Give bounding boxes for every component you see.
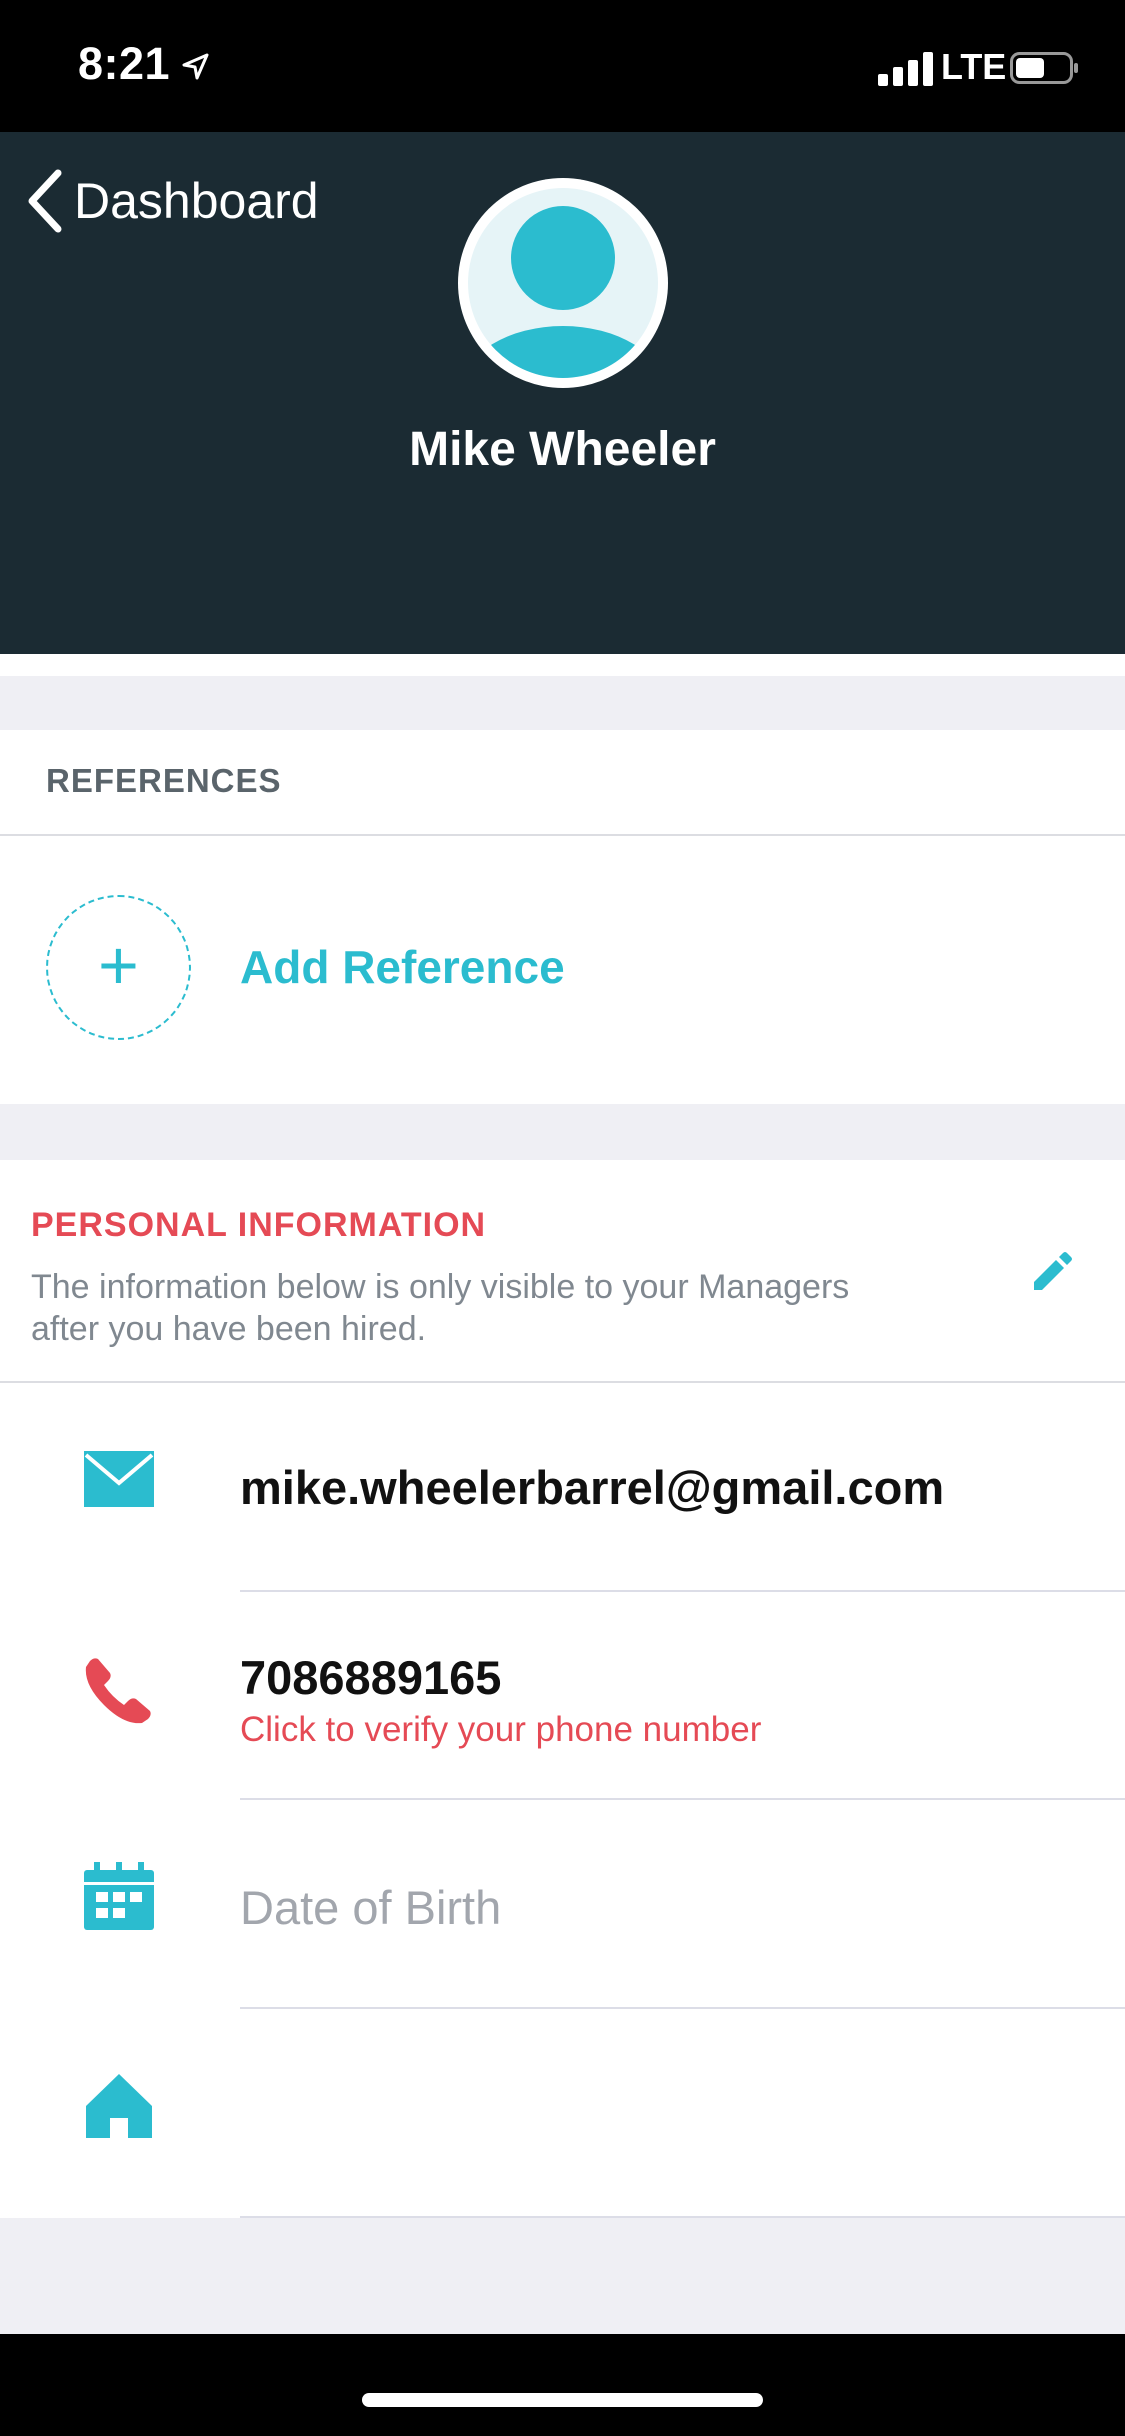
- personal-info-title: PERSONAL INFORMATION: [31, 1206, 487, 1244]
- home-indicator[interactable]: [362, 2393, 763, 2407]
- mail-icon: [84, 1451, 154, 1507]
- divider: [240, 2007, 1125, 2009]
- add-reference-button[interactable]: Add Reference: [240, 940, 565, 994]
- phone-icon: [85, 1658, 151, 1724]
- network-label: LTE: [941, 46, 1007, 87]
- location-arrow-icon: [182, 53, 209, 80]
- plus-icon[interactable]: +: [46, 895, 191, 1040]
- user-name: Mike Wheeler: [409, 423, 716, 476]
- back-button[interactable]: Dashboard: [24, 166, 319, 236]
- email-field[interactable]: mike.wheelerbarrel@gmail.com: [240, 1460, 944, 1515]
- date-of-birth-field[interactable]: Date of Birth: [240, 1880, 501, 1935]
- back-chevron-icon: [28, 169, 62, 233]
- divider: [0, 834, 1125, 836]
- divider: [0, 1381, 1125, 1383]
- divider: [240, 1590, 1125, 1592]
- signal-icon: [878, 52, 933, 86]
- phone-field[interactable]: 7086889165: [240, 1650, 501, 1705]
- status-time: 8:21: [78, 38, 171, 89]
- battery-icon: [1010, 52, 1078, 84]
- references-title: REFERENCES: [46, 762, 282, 799]
- back-label: Dashboard: [74, 173, 319, 229]
- divider: [240, 1798, 1125, 1800]
- divider: [240, 2216, 1125, 2218]
- verify-phone-link[interactable]: Click to verify your phone number: [240, 1710, 761, 1750]
- home-icon: [86, 2074, 152, 2138]
- header-divider-band: [0, 654, 1125, 676]
- home-indicator-bar: [0, 2334, 1125, 2436]
- edit-pencil-icon[interactable]: [1030, 1250, 1074, 1294]
- calendar-icon: [84, 1862, 154, 1930]
- personal-info-description: The information below is only visible to…: [31, 1268, 850, 1348]
- avatar-icon: [468, 188, 658, 378]
